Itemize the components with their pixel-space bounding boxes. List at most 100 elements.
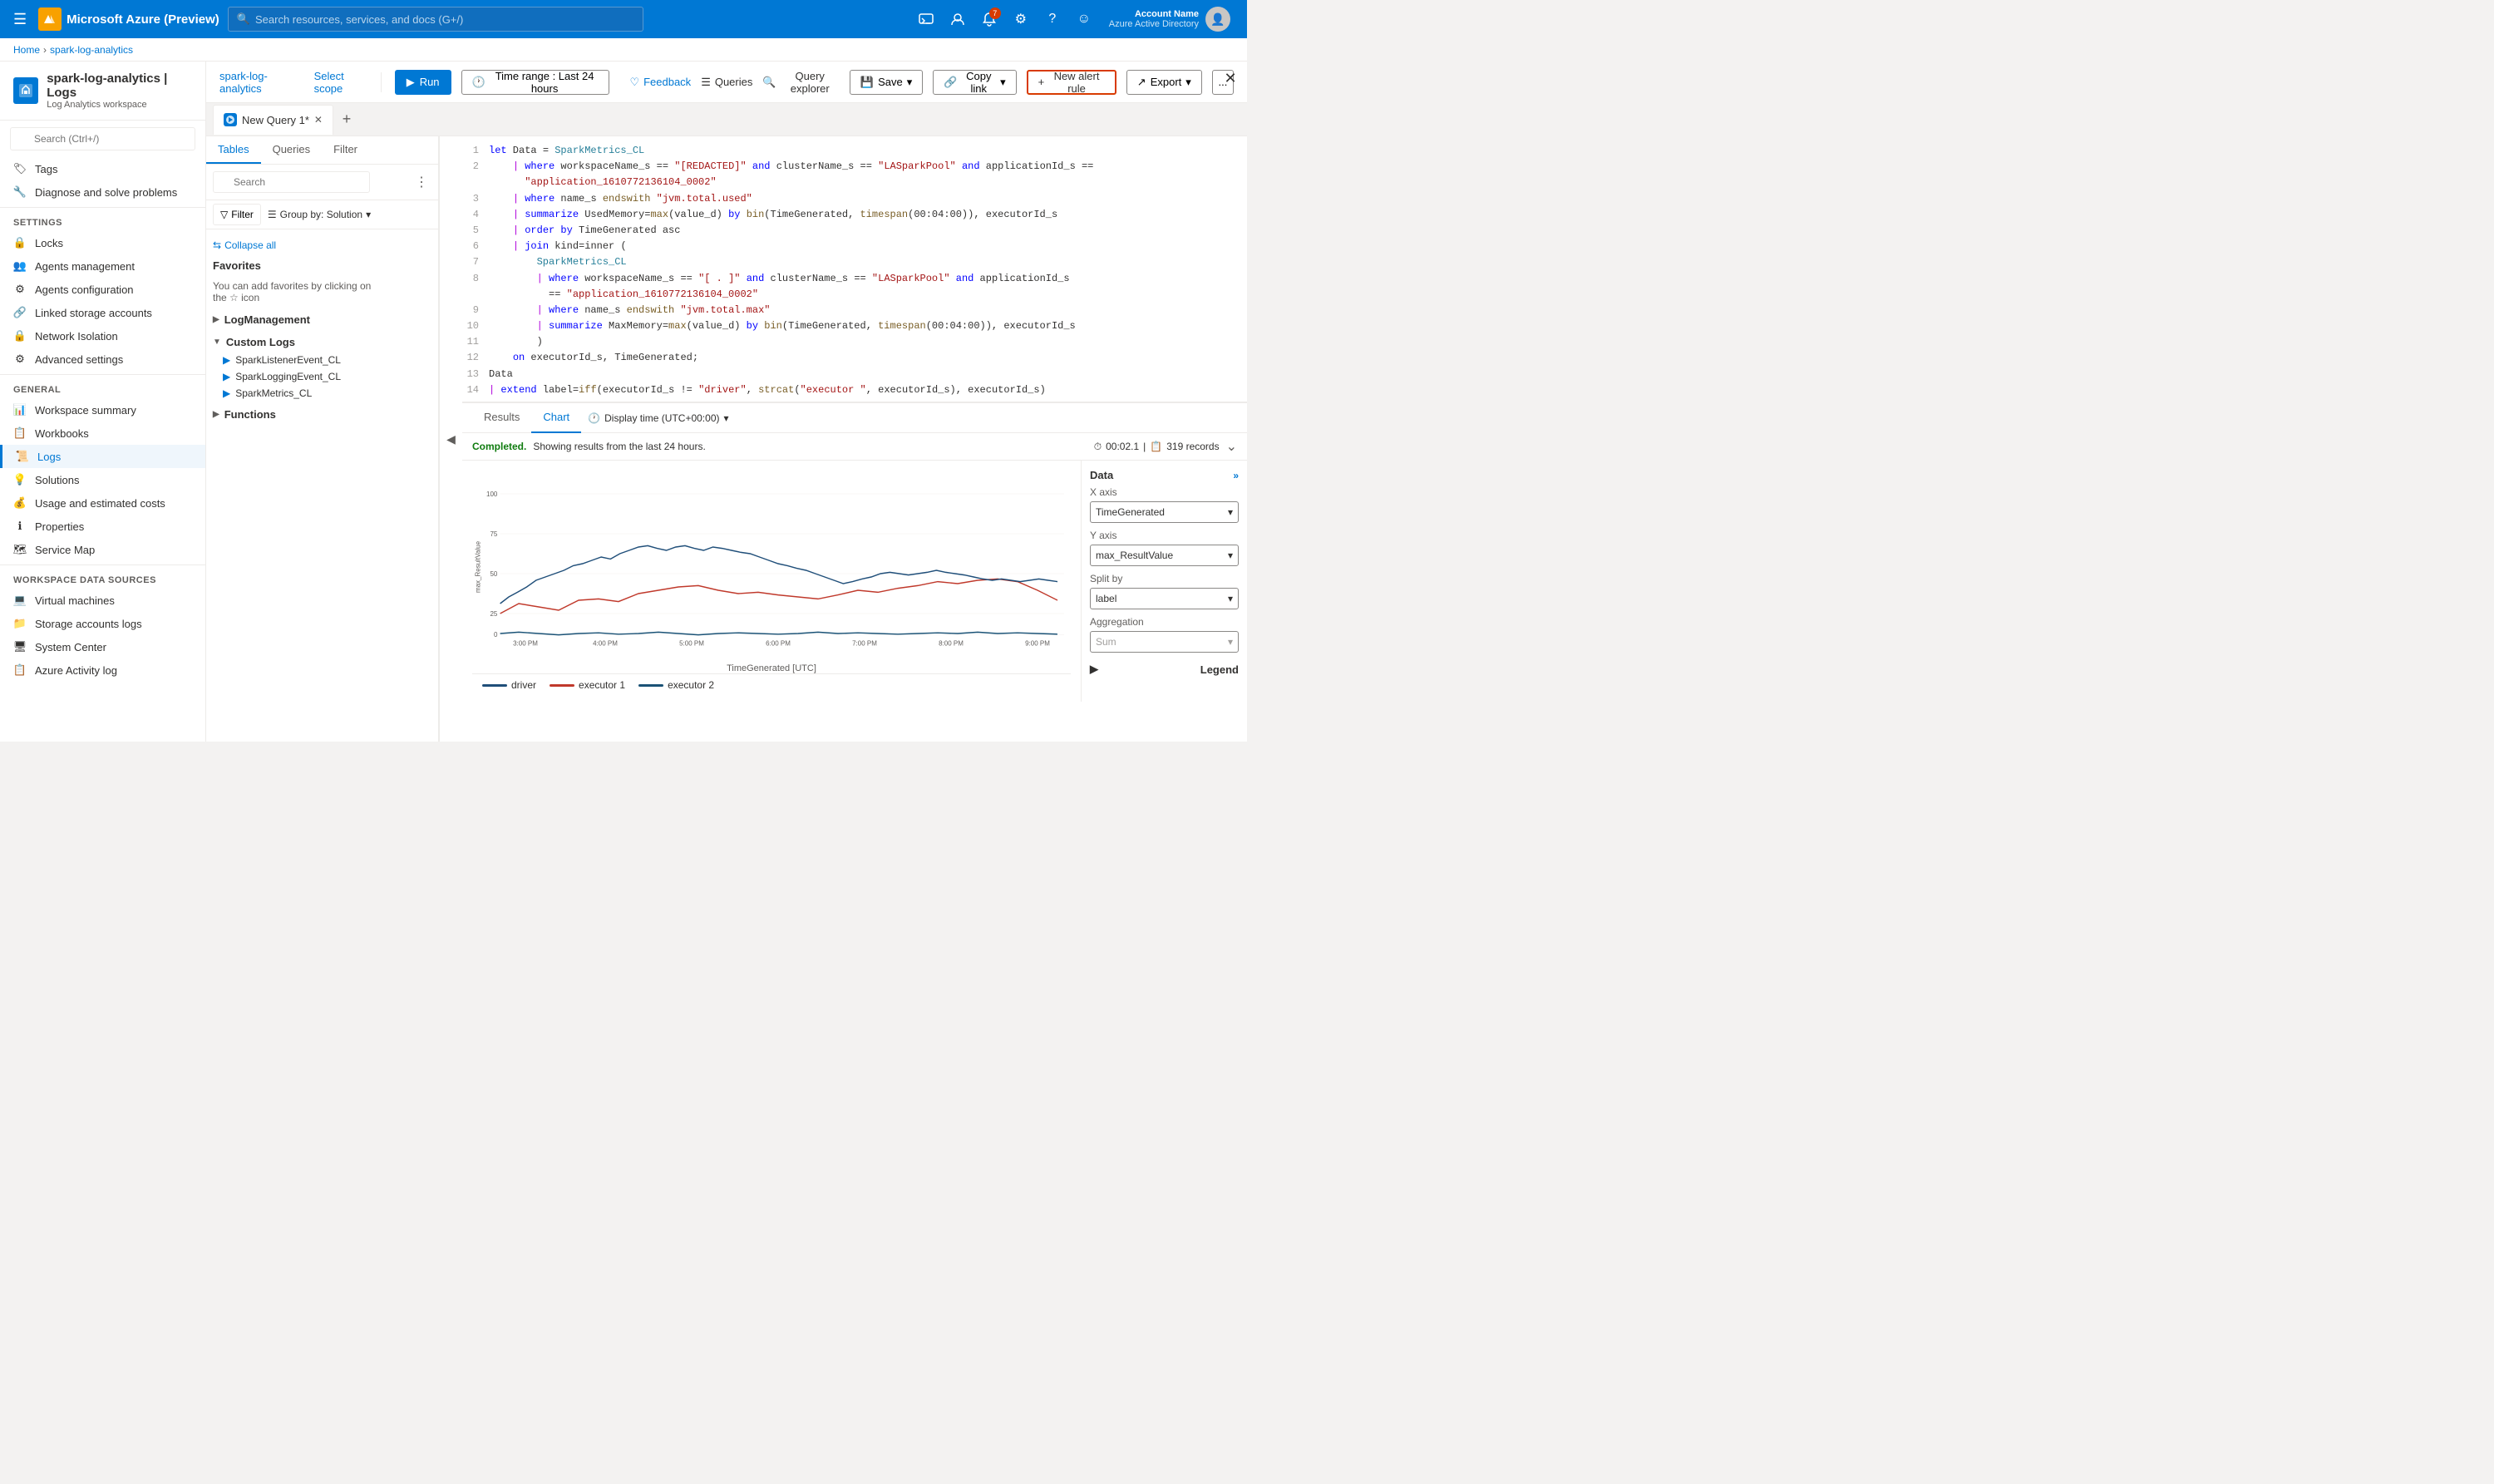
sidebar-item-system-center[interactable]: 🖥 System Center — [0, 635, 205, 658]
settings-button[interactable]: ⚙ — [1008, 6, 1034, 32]
hamburger-menu-button[interactable]: ☰ — [10, 7, 30, 32]
notifications-button[interactable]: 7 — [976, 6, 1003, 32]
sidebar-search-input[interactable] — [10, 127, 195, 150]
tab-queries[interactable]: Queries — [261, 136, 323, 164]
sidebar-item-agents-mgmt[interactable]: 👥 Agents management — [0, 254, 205, 278]
properties-icon: ℹ — [13, 520, 27, 533]
add-query-tab-button[interactable]: + — [335, 108, 358, 131]
query-toolbar: spark-log-analytics Select scope ▶ Run 🕐… — [206, 62, 1247, 103]
settings-data-header: Data » — [1090, 469, 1239, 481]
export-button[interactable]: ↗ Export ▾ — [1126, 70, 1202, 95]
svg-text:7:00 PM: 7:00 PM — [852, 639, 877, 647]
feedback-button[interactable]: ☺ — [1071, 6, 1097, 32]
sidebar-item-linked-storage[interactable]: 🔗 Linked storage accounts — [0, 301, 205, 324]
tab-results[interactable]: Results — [472, 403, 531, 433]
group-by-button[interactable]: ☰ Group by: Solution ▾ — [268, 209, 371, 220]
table-item-sparkmetrics[interactable]: ▶ SparkMetrics_CL — [223, 385, 431, 402]
legend-executor1: executor 1 — [550, 679, 625, 691]
display-time-button[interactable]: 🕐 Display time (UTC+00:00) ▾ — [588, 412, 728, 424]
account-name: Account Name — [1109, 9, 1199, 19]
alert-icon: + — [1038, 76, 1045, 88]
split-by-select[interactable]: label ▾ — [1090, 588, 1239, 609]
sidebar-search-container: 🔍 — [0, 121, 205, 157]
code-panel: 1 let Data = SparkMetrics_CL 2 | where w… — [462, 136, 1247, 742]
code-line: 7 SparkMetrics_CL — [462, 254, 1247, 270]
sidebar-item-azure-activity[interactable]: 📋 Azure Activity log — [0, 658, 205, 682]
y-axis-select[interactable]: max_ResultValue ▾ — [1090, 545, 1239, 566]
app-logo: Microsoft Azure (Preview) — [38, 7, 219, 31]
sidebar-item-properties[interactable]: ℹ Properties — [0, 515, 205, 538]
sidebar-item-service-map[interactable]: 🗺 Service Map — [0, 538, 205, 561]
legend-executor1-label: executor 1 — [579, 679, 625, 691]
save-button[interactable]: 💾 Save ▾ — [850, 70, 923, 95]
new-alert-rule-button[interactable]: + New alert rule — [1027, 70, 1116, 95]
settings-legend-header[interactable]: ▶ Legend — [1090, 663, 1239, 676]
account-info[interactable]: Account Name Azure Active Directory 👤 — [1102, 7, 1237, 32]
tab-tables[interactable]: Tables — [206, 136, 261, 164]
sidebar-item-agents-config[interactable]: ⚙ Agents configuration — [0, 278, 205, 301]
sidebar-item-storage-logs[interactable]: 📁 Storage accounts logs — [0, 612, 205, 635]
sidebar-item-logs[interactable]: 📜 Logs — [0, 445, 205, 468]
query-explorer-button[interactable]: 🔍 Query explorer — [762, 70, 840, 95]
query-tab-close[interactable]: ✕ — [314, 114, 323, 126]
functions-header[interactable]: ▶ Functions — [213, 405, 431, 424]
sidebar-section-workspace-data: Workspace Data Sources — [0, 569, 205, 589]
table-item-sparklistener[interactable]: ▶ SparkListenerEvent_CL — [223, 352, 431, 368]
sidebar-item-workbooks[interactable]: 📋 Workbooks — [0, 422, 205, 445]
run-button[interactable]: ▶ Run — [395, 70, 451, 95]
code-line: 14 | extend label=iff(executorId_s != "d… — [462, 382, 1247, 398]
settings-expand-button[interactable]: » — [1233, 470, 1239, 481]
table-group-logmanagement-header[interactable]: ▶ LogManagement — [213, 310, 431, 329]
sidebar-item-tags[interactable]: 🏷 Tags — [0, 157, 205, 180]
filter-button[interactable]: ▽ Filter — [213, 204, 261, 225]
sidebar-section-general: General — [0, 378, 205, 398]
query-tab-label: New Query 1* — [242, 114, 309, 126]
tab-filter[interactable]: Filter — [322, 136, 369, 164]
favorites-title: Favorites — [213, 254, 431, 277]
table-item-label: SparkListenerEvent_CL — [235, 354, 341, 366]
time-range-button[interactable]: 🕐 Time range : Last 24 hours — [461, 70, 610, 95]
breadcrumb-home[interactable]: Home — [13, 44, 40, 56]
save-dropdown-icon: ▾ — [907, 76, 913, 89]
table-item-sparklogging[interactable]: ▶ SparkLoggingEvent_CL — [223, 368, 431, 385]
sidebar-item-advanced-settings[interactable]: ⚙ Advanced settings — [0, 348, 205, 371]
tables-panel: Tables Queries Filter 🔍 ⋮ ▽ Filte — [206, 136, 439, 742]
x-axis-select[interactable]: TimeGenerated ▾ — [1090, 501, 1239, 523]
sidebar-item-network-isolation[interactable]: 🔒 Network Isolation — [0, 324, 205, 348]
code-editor[interactable]: 1 let Data = SparkMetrics_CL 2 | where w… — [462, 136, 1247, 402]
aggregation-select[interactable]: Sum ▾ — [1090, 631, 1239, 653]
search-icon: 🔍 — [237, 12, 250, 26]
select-scope-button[interactable]: Select scope — [314, 70, 367, 95]
sidebar-item-workspace-summary[interactable]: 📊 Workspace summary — [0, 398, 205, 422]
collapse-panel-button[interactable]: ◀ — [439, 136, 462, 742]
cloud-shell-button[interactable] — [913, 6, 939, 32]
close-window-button[interactable]: ✕ — [1214, 62, 1247, 95]
global-search[interactable]: 🔍 — [228, 7, 643, 32]
sidebar-item-solutions[interactable]: 💡 Solutions — [0, 468, 205, 491]
tables-search-input[interactable] — [213, 171, 370, 193]
breadcrumb-resource[interactable]: spark-log-analytics — [50, 44, 133, 56]
logs-icon: 📜 — [16, 450, 29, 463]
query-tab-1[interactable]: New Query 1* ✕ — [213, 105, 333, 135]
content-area: spark-log-analytics Select scope ▶ Run 🕐… — [206, 62, 1247, 742]
sidebar-item-locks[interactable]: 🔒 Locks — [0, 231, 205, 254]
collapse-all-button[interactable]: ⇆ Collapse all — [213, 236, 431, 254]
sidebar-item-diagnose[interactable]: 🔧 Diagnose and solve problems — [0, 180, 205, 204]
solutions-icon: 💡 — [13, 473, 27, 486]
tab-chart[interactable]: Chart — [531, 403, 581, 433]
breadcrumb: Home › spark-log-analytics — [0, 38, 1247, 62]
tables-more-button[interactable]: ⋮ — [412, 172, 431, 192]
help-button[interactable]: ? — [1039, 6, 1066, 32]
azure-icon — [38, 7, 62, 31]
sidebar-item-virtual-machines[interactable]: 💻 Virtual machines — [0, 589, 205, 612]
time-chevron: ▾ — [723, 412, 728, 424]
feedback-button[interactable]: ♡ Feedback — [629, 76, 691, 89]
expand-results-button[interactable]: ⌄ — [1226, 438, 1237, 455]
copy-link-button[interactable]: 🔗 Copy link ▾ — [933, 70, 1016, 95]
directory-button[interactable] — [944, 6, 971, 32]
queries-button[interactable]: ☰ Queries — [701, 76, 752, 89]
table-group-customlogs-header[interactable]: ▼ Custom Logs — [213, 333, 431, 352]
global-search-input[interactable] — [255, 13, 634, 26]
status-completed: Completed. — [472, 441, 526, 452]
sidebar-item-usage-costs[interactable]: 💰 Usage and estimated costs — [0, 491, 205, 515]
